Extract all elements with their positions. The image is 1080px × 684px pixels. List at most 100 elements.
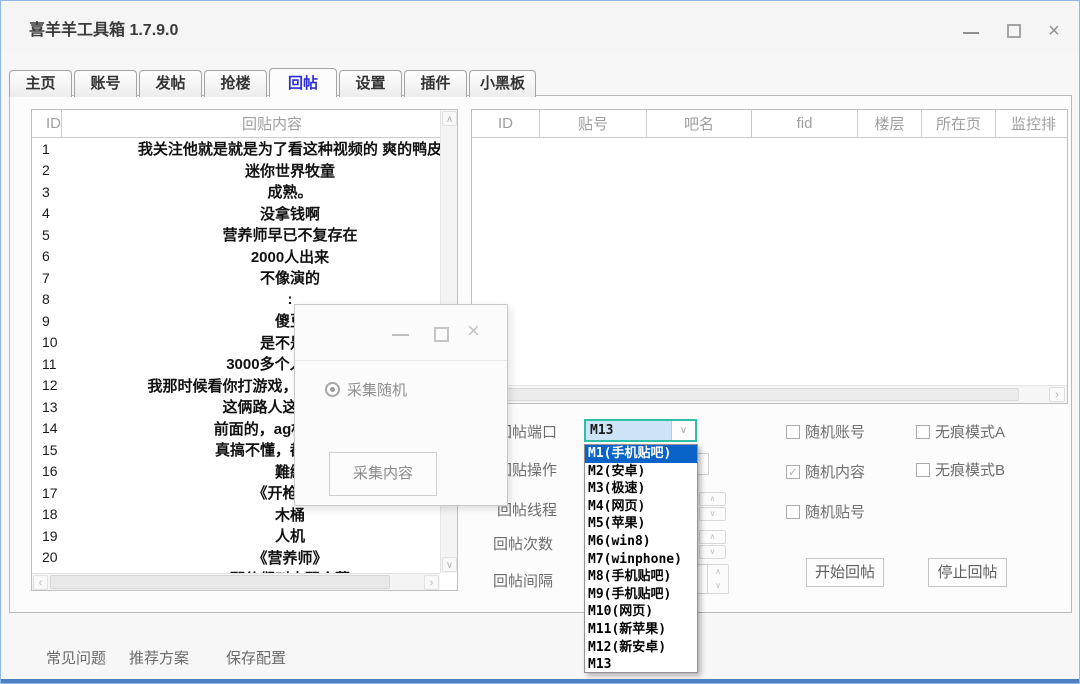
tab-account[interactable]: 账号 xyxy=(74,70,137,97)
checkbox-icon[interactable] xyxy=(916,463,930,477)
row-id-cell: 18 xyxy=(32,506,80,522)
maximize-button[interactable] xyxy=(999,19,1029,43)
right-table-hscrollbar[interactable]: › xyxy=(472,385,1067,403)
collect-random-radio[interactable]: 采集随机 xyxy=(325,379,407,400)
minimize-button[interactable] xyxy=(956,19,986,43)
dropdown-item[interactable]: M12(新安卓) xyxy=(585,639,697,657)
row-content-cell: 人机 xyxy=(80,525,440,546)
thread-monitor-table: ID 贴号 吧名 fid 楼层 所在页 监控排 › xyxy=(471,109,1068,404)
checkbox-random-account[interactable]: 随机账号 xyxy=(786,421,865,442)
left-table-hscrollbar[interactable]: ‹ › xyxy=(32,573,440,590)
scrollbar-thumb[interactable] xyxy=(474,388,1019,401)
radio-selected-icon[interactable] xyxy=(325,382,340,397)
table-row[interactable]: 19人机 xyxy=(32,525,440,547)
row-content-cell: 没拿钱啊 xyxy=(80,203,440,224)
dropdown-item[interactable]: M9(手机贴吧) xyxy=(585,586,697,604)
table-row[interactable]: 1我关注他就是就是为了看这种视频的 爽的鸭皮 xyxy=(32,138,440,160)
minimize-icon[interactable] xyxy=(392,334,409,336)
start-reply-button[interactable]: 开始回帖 xyxy=(806,558,884,587)
dropdown-item[interactable]: M7(winphone) xyxy=(585,551,697,569)
dropdown-item[interactable]: M2(安卓) xyxy=(585,463,697,481)
tab-post[interactable]: 发帖 xyxy=(139,70,202,97)
checkbox-random-content[interactable]: ✓ 随机内容 xyxy=(786,461,865,482)
port-combobox[interactable]: M13 ∨ xyxy=(584,419,697,442)
right-header-fid: fid xyxy=(752,110,858,137)
row-content-cell: 不像演的 xyxy=(80,267,440,288)
recommend-link[interactable]: 推荐方案 xyxy=(129,647,189,668)
table-row[interactable]: 2迷你世界牧童 xyxy=(32,160,440,182)
faq-link[interactable]: 常见问题 xyxy=(46,647,106,668)
tab-settings[interactable]: 设置 xyxy=(339,70,402,97)
row-id-cell: 8 xyxy=(32,291,80,307)
dropdown-item[interactable]: M11(新苹果) xyxy=(585,621,697,639)
table-row[interactable]: 62000人出来 xyxy=(32,246,440,268)
left-header-content: 回贴内容 xyxy=(62,110,440,137)
dropdown-item[interactable]: M3(极速) xyxy=(585,480,697,498)
tab-reply[interactable]: 回帖 xyxy=(269,68,337,97)
spin-up-icon[interactable]: ∧ xyxy=(699,530,726,544)
spin-down-icon[interactable]: ∨ xyxy=(699,545,726,559)
dropdown-item[interactable]: M1(手机贴吧) xyxy=(585,445,697,463)
interval-label: 回帖间隔 xyxy=(493,570,555,591)
row-id-cell: 20 xyxy=(32,549,80,565)
right-table-header: ID 贴号 吧名 fid 楼层 所在页 监控排 xyxy=(472,110,1067,138)
tab-grab-floor[interactable]: 抢楼 xyxy=(204,70,267,97)
close-icon[interactable]: × xyxy=(467,318,480,344)
scroll-left-icon[interactable]: ‹ xyxy=(33,575,48,590)
table-row[interactable]: 4没拿钱啊 xyxy=(32,203,440,225)
close-button[interactable]: × xyxy=(1039,19,1069,43)
spin-down-icon[interactable]: ∨ xyxy=(699,507,726,521)
maximize-icon xyxy=(1007,24,1021,38)
row-id-cell: 14 xyxy=(32,420,80,436)
checkbox-checked-icon[interactable]: ✓ xyxy=(786,465,800,479)
right-header-bar-name: 吧名 xyxy=(647,110,752,137)
row-id-cell: 6 xyxy=(32,248,80,264)
tab-home[interactable]: 主页 xyxy=(9,70,72,97)
scroll-right-icon[interactable]: › xyxy=(1049,387,1065,402)
checkbox-icon[interactable] xyxy=(786,425,800,439)
row-id-cell: 13 xyxy=(32,399,80,415)
row-id-cell: 17 xyxy=(32,485,80,501)
checkbox-random-thread[interactable]: 随机贴号 xyxy=(786,501,865,522)
row-id-cell: 12 xyxy=(32,377,80,393)
maximize-icon[interactable] xyxy=(434,327,449,342)
spin-up-icon[interactable]: ∧ xyxy=(699,492,726,506)
count-label: 回帖次数 xyxy=(493,533,555,554)
row-id-cell: 7 xyxy=(32,270,80,286)
chevron-down-icon[interactable]: ∨ xyxy=(671,421,695,440)
window-title: 喜羊羊工具箱 1.7.9.0 xyxy=(29,16,178,40)
tab-plugins[interactable]: 插件 xyxy=(404,70,467,97)
checkbox-icon[interactable] xyxy=(916,425,930,439)
table-row[interactable]: 3成熟。 xyxy=(32,181,440,203)
dropdown-item[interactable]: M13 xyxy=(585,656,697,674)
row-content-cell: 我关注他就是就是为了看这种视频的 爽的鸭皮 xyxy=(80,138,440,159)
checkbox-label: 无痕模式B xyxy=(935,459,1005,480)
row-id-cell: 11 xyxy=(32,356,80,372)
dropdown-item[interactable]: M8(手机贴吧) xyxy=(585,568,697,586)
table-row[interactable]: 5营养师早已不复存在 xyxy=(32,224,440,246)
bottom-bar xyxy=(1,679,1079,683)
tab-blackboard[interactable]: 小黑板 xyxy=(469,70,536,97)
table-row[interactable]: 18木桶 xyxy=(32,504,440,526)
dropdown-item[interactable]: M10(网页) xyxy=(585,603,697,621)
interval-spinner[interactable]: ∧∨ xyxy=(707,564,729,594)
row-id-cell: 9 xyxy=(32,313,80,329)
count-spinner: ∧ ∨ xyxy=(699,530,726,560)
scroll-down-icon[interactable]: ∨ xyxy=(442,557,457,572)
checkbox-label: 无痕模式A xyxy=(935,421,1005,442)
checkbox-traceless-a[interactable]: 无痕模式A xyxy=(916,421,1005,442)
row-id-cell: 19 xyxy=(32,528,80,544)
scroll-up-icon[interactable]: ∧ xyxy=(442,111,457,126)
table-row[interactable]: 7不像演的 xyxy=(32,267,440,289)
scroll-right-icon[interactable]: › xyxy=(424,575,439,590)
scrollbar-thumb[interactable] xyxy=(50,575,390,589)
dropdown-item[interactable]: M6(win8) xyxy=(585,533,697,551)
save-config-link[interactable]: 保存配置 xyxy=(226,647,286,668)
dropdown-item[interactable]: M5(苹果) xyxy=(585,515,697,533)
checkbox-traceless-b[interactable]: 无痕模式B xyxy=(916,459,1005,480)
collect-content-button[interactable]: 采集内容 xyxy=(329,452,437,496)
dropdown-item[interactable]: M4(网页) xyxy=(585,498,697,516)
stop-reply-button[interactable]: 停止回帖 xyxy=(928,558,1007,587)
checkbox-icon[interactable] xyxy=(786,505,800,519)
table-row[interactable]: 20《营养师》 xyxy=(32,547,440,569)
